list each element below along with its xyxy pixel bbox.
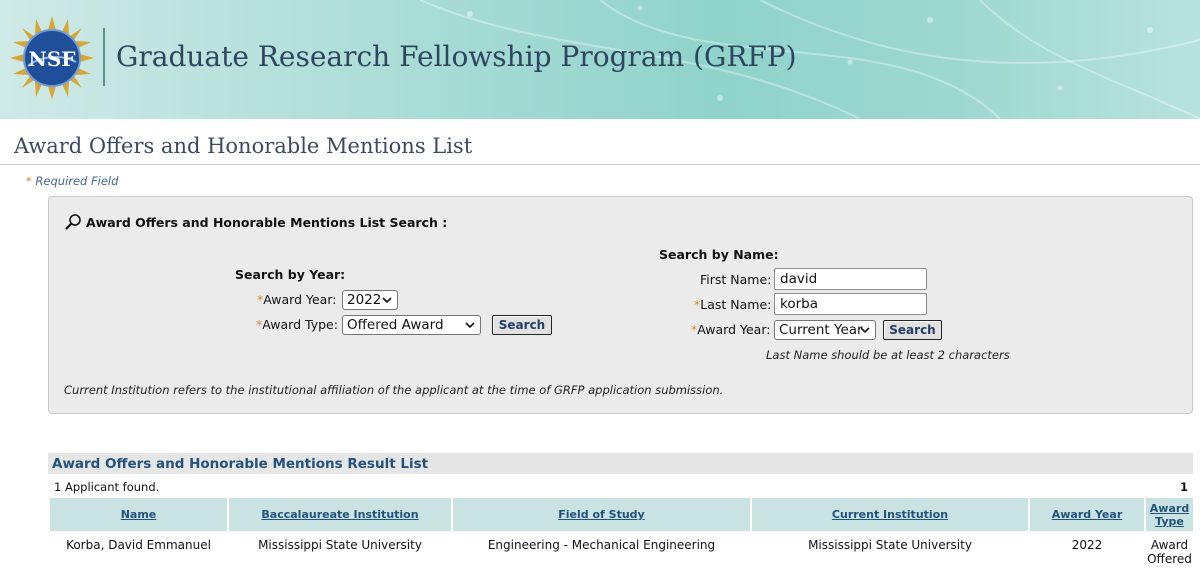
award-type-select[interactable]: Offered Award — [342, 315, 481, 335]
search-panel: Award Offers and Honorable Mentions List… — [48, 196, 1193, 414]
column-header-baccalaureate-institution[interactable]: Baccalaureate Institution — [229, 498, 451, 531]
cell-field-of-study: Engineering - Mechanical Engineering — [487, 538, 716, 552]
search-by-name-heading: Search by Name: — [659, 247, 779, 262]
chevron-down-icon — [382, 297, 392, 304]
results-count: 1 Applicant found. — [54, 480, 160, 494]
award-type-select-value: Offered Award — [347, 317, 444, 333]
award-year-select[interactable]: 2022 — [342, 290, 398, 310]
award-year-select-value: 2022 — [347, 292, 382, 308]
nsf-logo-icon[interactable]: NSF — [10, 16, 94, 100]
column-header-current-institution[interactable]: Current Institution — [752, 498, 1028, 531]
column-header-field-of-study[interactable]: Field of Study — [453, 498, 750, 531]
current-institution-note: Current Institution refers to the instit… — [64, 383, 724, 397]
search-panel-title: Award Offers and Honorable Mentions List… — [86, 214, 448, 230]
first-name-field[interactable]: david — [774, 268, 927, 290]
cell-name: Korba, David Emmanuel — [66, 538, 211, 552]
search-by-year-button[interactable]: Search — [492, 315, 552, 335]
chevron-down-icon — [465, 322, 475, 329]
required-field-note: * Required Field — [26, 174, 118, 188]
award-type-label: *Award Type: — [256, 317, 338, 332]
site-banner: NSF Graduate Research Fellowship Program… — [0, 0, 1200, 119]
results-table-header-row: Name Baccalaureate Institution Field of … — [50, 498, 1193, 531]
results-header: Award Offers and Honorable Mentions Resu… — [48, 453, 1193, 474]
name-award-year-label: *Award Year: — [691, 322, 771, 337]
name-award-year-select-value: Current Year — [779, 322, 863, 338]
app-title: Graduate Research Fellowship Program (GR… — [116, 40, 797, 73]
required-field-label: Required Field — [35, 174, 119, 188]
search-panel-header: Award Offers and Honorable Mentions List… — [64, 213, 447, 231]
search-by-name-button[interactable]: Search — [883, 320, 942, 340]
first-name-label: First Name: — [700, 272, 772, 287]
column-header-name[interactable]: Name — [50, 498, 227, 531]
column-header-award-type[interactable]: Award Type — [1146, 498, 1193, 531]
chevron-down-icon — [860, 327, 870, 334]
cell-award-year: 2022 — [1071, 538, 1103, 552]
cell-current-institution: Mississippi State University — [808, 538, 972, 552]
name-award-year-select[interactable]: Current Year — [774, 320, 876, 340]
nsf-logo-text: NSF — [29, 47, 76, 71]
cell-baccalaureate-institution: Mississippi State University — [258, 538, 422, 552]
last-name-label: *Last Name: — [694, 297, 772, 312]
magnifier-icon — [65, 214, 81, 230]
cell-award-type: Award Offered — [1147, 538, 1192, 566]
pagination-page[interactable]: 1 — [1180, 480, 1188, 494]
search-by-year-heading: Search by Year: — [235, 267, 346, 282]
table-row: Korba, David Emmanuel Mississippi State … — [50, 531, 1193, 566]
column-header-award-year[interactable]: Award Year — [1030, 498, 1144, 531]
last-name-field[interactable]: korba — [774, 293, 927, 315]
award-year-label: *Award Year: — [257, 292, 337, 307]
last-name-hint: Last Name should be at least 2 character… — [766, 348, 1010, 362]
logo-divider — [103, 28, 105, 86]
page-title: Award Offers and Honorable Mentions List — [14, 134, 473, 158]
required-star: * — [26, 174, 32, 188]
title-divider — [0, 164, 1200, 165]
results-table: Name Baccalaureate Institution Field of … — [48, 498, 1195, 566]
